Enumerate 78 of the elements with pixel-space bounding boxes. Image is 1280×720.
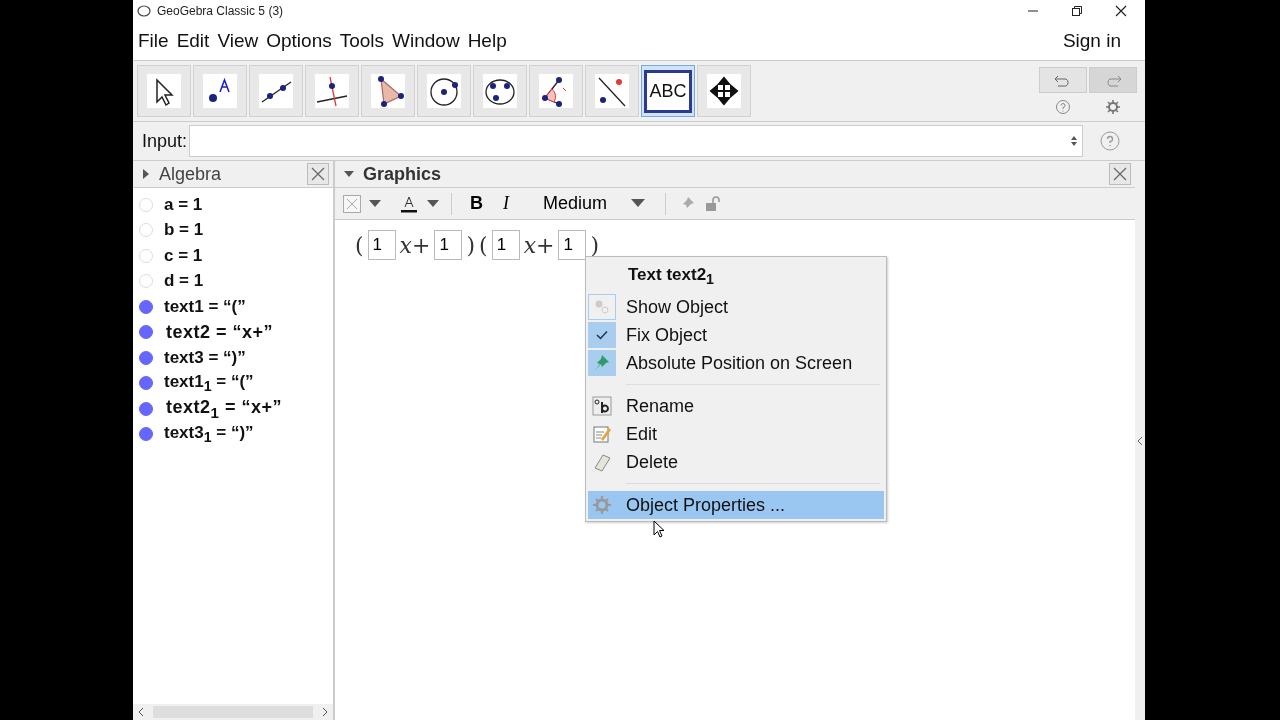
close-button[interactable] [1109,163,1131,185]
help-icon[interactable] [1099,130,1121,152]
menu-item[interactable]: Fix Object [588,321,884,350]
tool-button[interactable] [417,65,471,117]
algebra-entry[interactable]: text1$_{1}$ = “(” [164,372,254,395]
window-title: GeoGebra Classic 5 (3) [157,4,284,18]
algebra-entry[interactable]: text1 = “(” [164,296,246,317]
visibility-toggle[interactable] [139,401,153,416]
tool-button[interactable]: ABC [641,65,695,117]
tool-button[interactable] [249,65,303,117]
bold-button[interactable]: B [464,193,489,214]
visibility-toggle[interactable] [139,299,153,314]
menu-item[interactable]: Help [467,30,507,52]
app-icon [137,4,151,18]
tool-button[interactable] [193,65,247,117]
algebra-entry[interactable]: text3 = “)” [164,347,246,368]
unlock-icon[interactable] [704,194,723,213]
menu-item[interactable]: File [138,30,169,52]
math-text: x+ [399,232,431,258]
menu-item[interactable]: Delete [588,448,884,477]
sign-in-link[interactable]: Sign in [1062,30,1121,52]
menu-item[interactable]: Rename [588,392,884,421]
math-text: x+ [523,232,555,258]
menu-item[interactable]: Options [266,30,332,52]
visibility-toggle[interactable] [139,427,153,442]
close-button[interactable] [307,163,329,185]
menu-title: Text text2$_{1}$ [627,264,715,290]
menu-item[interactable]: Absolute Position on Screen [588,349,884,378]
tool-button[interactable] [473,65,527,117]
settings-icon[interactable] [1105,99,1121,115]
mouse-cursor-icon [653,520,665,538]
panel-title: Graphics [363,163,442,185]
menu-item[interactable]: Edit [588,420,884,449]
menu-item[interactable]: Window [392,30,460,52]
parenthesis-text: ) [466,232,476,258]
algebra-entry[interactable]: d = 1 [164,271,204,292]
horizontal-scrollbar[interactable] [133,704,333,720]
algebra-entry[interactable]: a = 1 [164,194,203,215]
dropdown-icon[interactable] [369,199,381,208]
menu-item[interactable]: Edit [176,30,210,52]
input-field[interactable] [189,125,1083,157]
tool-button[interactable] [697,65,751,117]
size-dropdown[interactable]: Medium [523,193,654,214]
menu-item[interactable]: View [217,30,259,52]
tool-button[interactable] [361,65,415,117]
help-icon[interactable] [1055,99,1071,115]
visibility-toggle[interactable] [139,350,153,365]
algebra-entry[interactable]: c = 1 [164,245,203,266]
input-box[interactable]: 1 [491,230,520,260]
menu-item[interactable]: Object Properties ... [588,491,884,520]
close-icon[interactable] [1115,5,1127,17]
restore-icon[interactable] [1071,5,1083,17]
history-arrows-icon[interactable] [1070,135,1078,147]
algebra-entry[interactable]: text2 = “x+” [164,321,274,343]
expand-icon[interactable] [141,168,151,180]
algebra-entry[interactable]: text3$_{1}$ = “)” [164,423,254,446]
dropdown-icon[interactable] [427,199,439,208]
parenthesis-text: ( [355,232,364,258]
panel-title: Algebra [159,163,222,185]
algebra-entry[interactable]: text2$_{1}$ = “x+” [164,396,282,421]
menu-item[interactable]: Tools [339,30,385,52]
tool-button[interactable] [585,65,639,117]
parenthesis-text: ( [479,232,488,258]
tool-button[interactable] [529,65,583,117]
algebra-entry[interactable]: b = 1 [164,220,204,241]
menu-item[interactable]: Show Object [588,293,884,322]
collapse-icon[interactable] [343,169,355,179]
caret-icon [631,199,646,208]
input-label: Input: [142,130,188,152]
visibility-toggle[interactable] [139,325,153,340]
input-box[interactable]: 1 [558,230,587,260]
parenthesis-text: ) [590,232,600,258]
visibility-toggle[interactable] [139,376,153,391]
tool-button[interactable] [137,65,191,117]
italic-button[interactable]: I [497,193,515,214]
expand-icon[interactable] [1137,435,1143,446]
input-box[interactable]: 1 [367,230,396,260]
input-box[interactable]: 1 [434,230,463,260]
